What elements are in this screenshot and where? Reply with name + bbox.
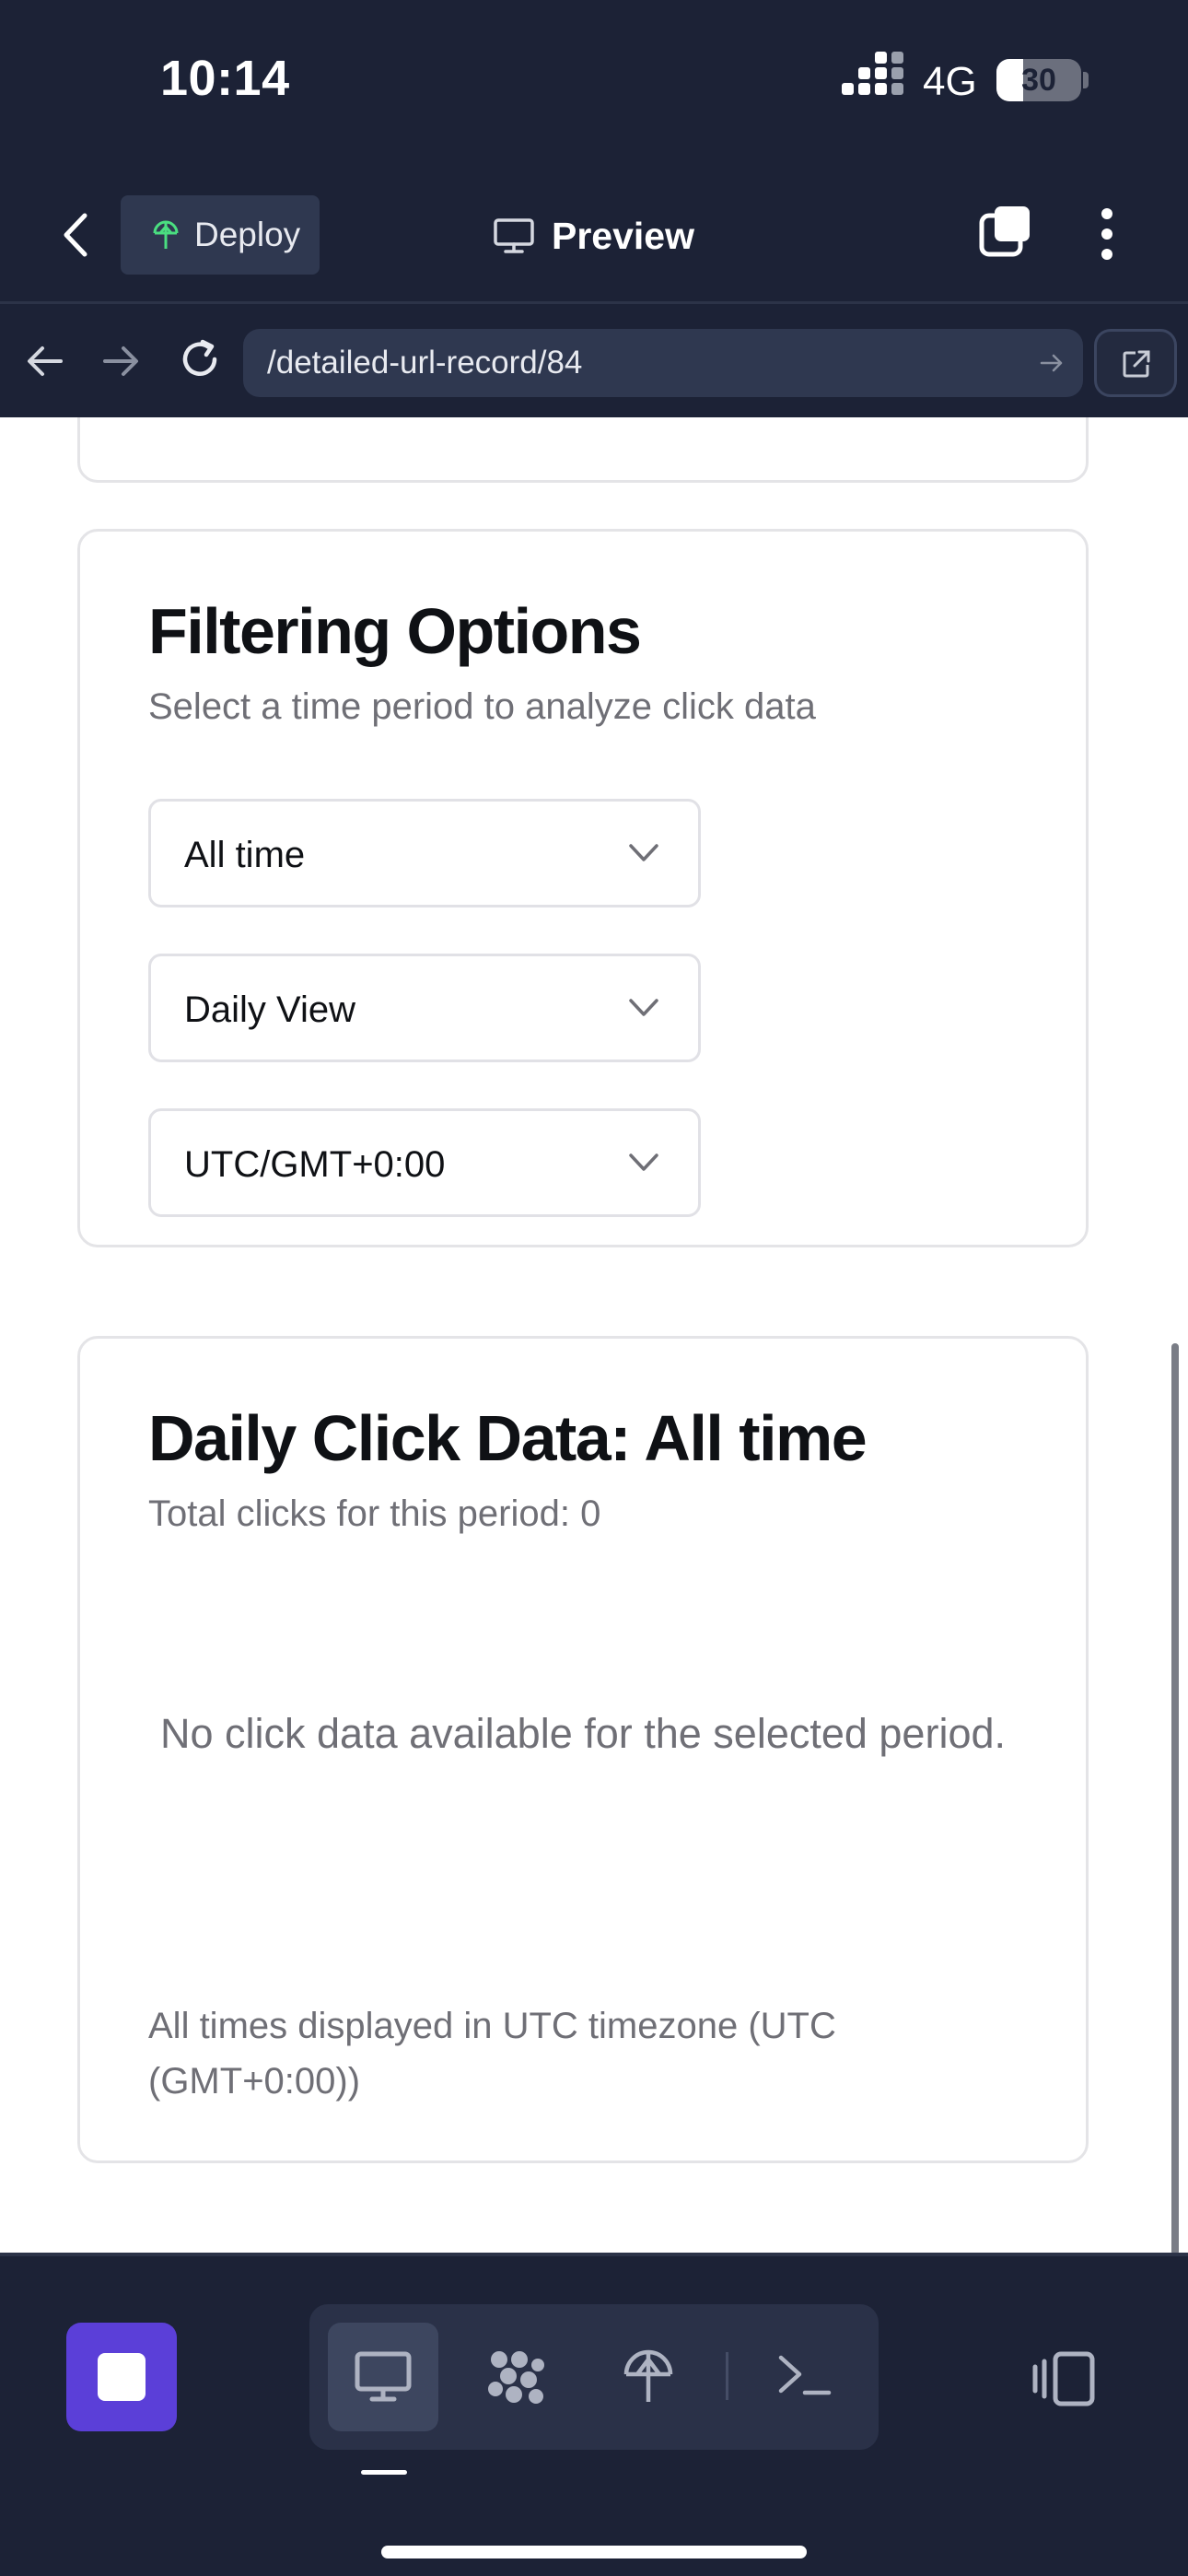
- terminal-icon: [778, 2355, 832, 2395]
- daily-click-data-card: Daily Click Data: All time Total clicks …: [77, 1336, 1089, 2163]
- stop-button[interactable]: [66, 2323, 177, 2431]
- preview-title: Preview: [493, 210, 694, 262]
- status-bar: 10:14 4G 30: [0, 0, 1188, 166]
- time-period-select[interactable]: All time: [148, 799, 701, 907]
- address-bar: /detailed-url-record/84: [0, 307, 1188, 417]
- arrow-left-icon[interactable]: [24, 340, 66, 382]
- stop-icon: [98, 2353, 146, 2401]
- battery-tip: [1083, 72, 1089, 88]
- go-arrow-icon[interactable]: [1039, 350, 1065, 376]
- preview-label: Preview: [552, 214, 694, 257]
- signal-icon: [842, 52, 906, 100]
- timezone-value: UTC/GMT+0:00: [184, 1144, 446, 1185]
- daily-title: Daily Click Data: All time: [148, 1402, 868, 1474]
- console-mode-button[interactable]: [750, 2323, 860, 2431]
- open-external-button[interactable]: [1094, 329, 1177, 397]
- tabs-icon[interactable]: [978, 203, 1035, 260]
- chevron-down-icon: [629, 1153, 658, 1171]
- workflow-mode-button[interactable]: [460, 2323, 571, 2431]
- active-mode-indicator: [361, 2470, 407, 2475]
- panel-toggle-icon[interactable]: [1031, 2350, 1098, 2407]
- antenna-icon: [153, 220, 179, 249]
- filtering-title: Filtering Options: [148, 595, 642, 667]
- filtering-options-card: Filtering Options Select a time period t…: [77, 529, 1089, 1247]
- status-time: 10:14: [160, 51, 290, 106]
- empty-state-message: No click data available for the selected…: [159, 1710, 1007, 1757]
- time-period-value: All time: [184, 835, 306, 875]
- chevron-left-icon[interactable]: [55, 210, 98, 260]
- workflow-icon: [488, 2351, 544, 2404]
- page-content: Filtering Options Select a time period t…: [0, 417, 1188, 2253]
- preview-mode-button[interactable]: [328, 2323, 438, 2431]
- antenna-icon: [623, 2349, 673, 2402]
- home-indicator: [381, 2546, 807, 2558]
- monitor-icon: [355, 2351, 412, 2402]
- deploy-label: Deploy: [194, 216, 301, 253]
- total-clicks: Total clicks for this period: 0: [148, 1493, 601, 1534]
- timezone-select[interactable]: UTC/GMT+0:00: [148, 1108, 701, 1217]
- view-select[interactable]: Daily View: [148, 954, 701, 1062]
- url-field[interactable]: /detailed-url-record/84: [243, 329, 1083, 397]
- timezone-note: All times displayed in UTC timezone (UTC…: [148, 2006, 836, 2102]
- chevron-down-icon: [629, 844, 658, 861]
- url-text: /detailed-url-record/84: [267, 345, 583, 381]
- deploy-mode-button[interactable]: [593, 2323, 704, 2431]
- reload-icon[interactable]: [177, 336, 223, 382]
- scrollbar[interactable]: [1171, 1343, 1179, 2255]
- mode-switcher: [309, 2304, 879, 2450]
- battery-level: 30: [1021, 63, 1056, 98]
- arrow-right-icon[interactable]: [99, 340, 142, 382]
- filtering-subtitle: Select a time period to analyze click da…: [148, 686, 816, 727]
- deploy-button[interactable]: Deploy: [121, 195, 320, 275]
- network-type: 4G: [923, 59, 977, 104]
- previous-card: [77, 417, 1089, 483]
- monitor-icon: [494, 218, 534, 253]
- external-link-icon: [1123, 350, 1150, 378]
- view-value: Daily View: [184, 989, 355, 1030]
- app-toolbar: Deploy Preview: [0, 166, 1188, 304]
- more-vertical-icon[interactable]: [1096, 206, 1118, 262]
- chevron-down-icon: [629, 999, 658, 1016]
- bottom-bar: [0, 2253, 1188, 2576]
- mode-separator: [726, 2352, 728, 2400]
- battery-icon: 30: [996, 59, 1081, 101]
